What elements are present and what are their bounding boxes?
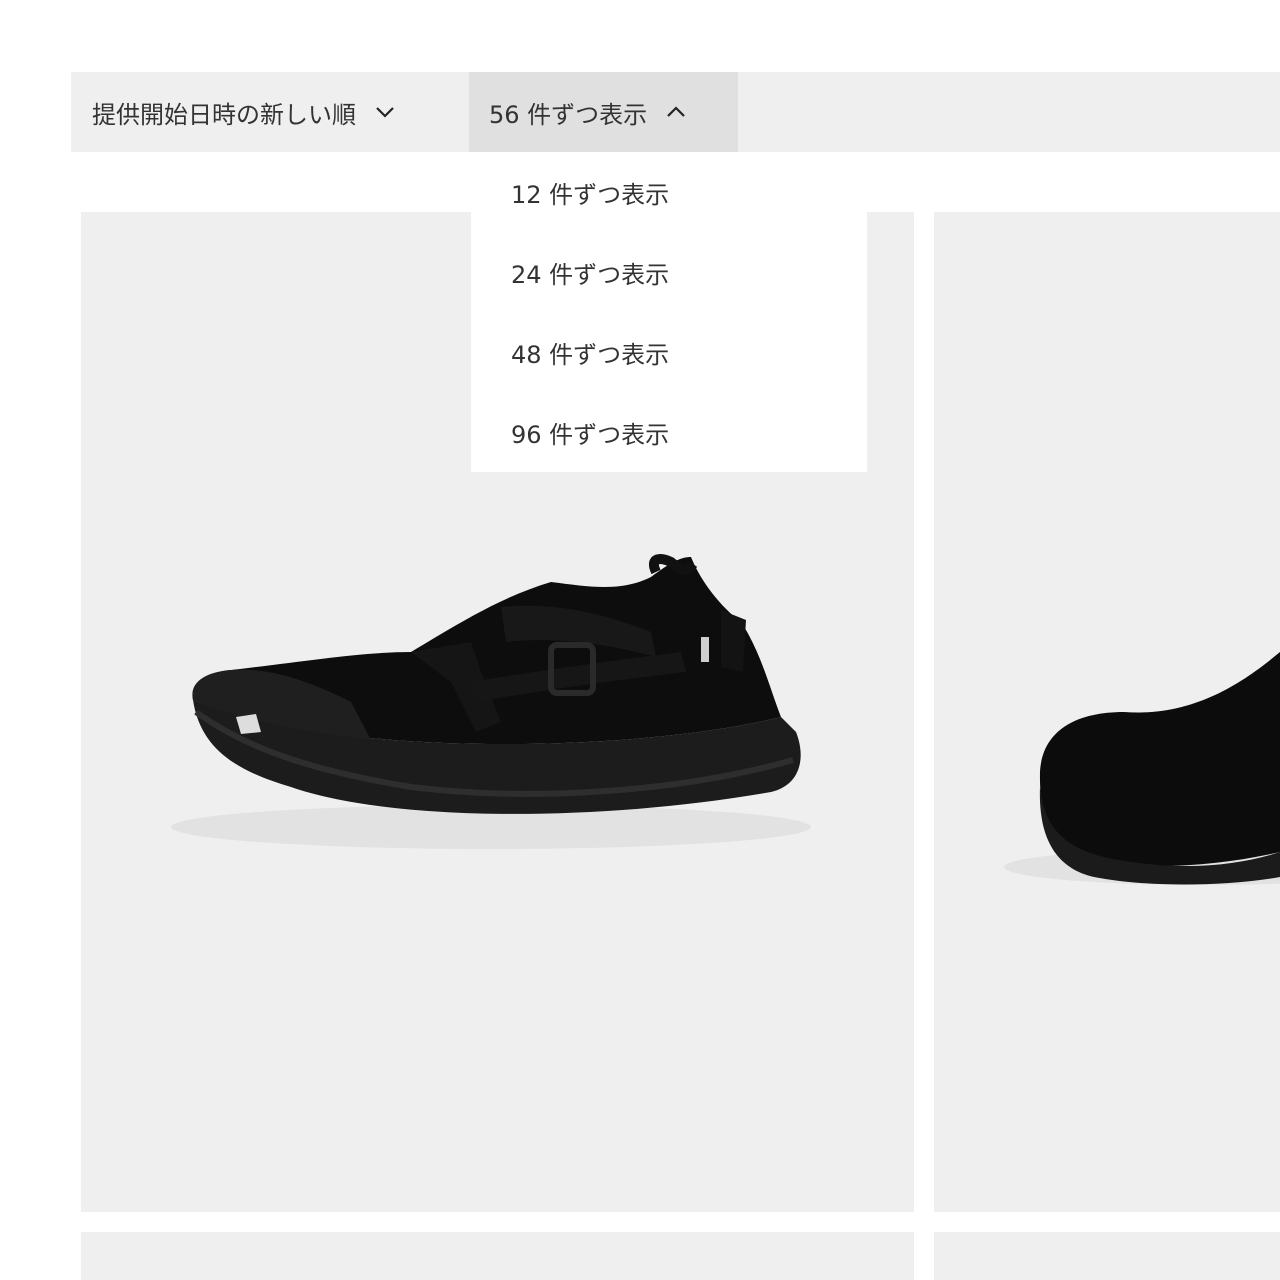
items-per-page-label: 56 件ずつ表示 bbox=[489, 100, 648, 129]
product-card[interactable] bbox=[934, 1232, 1280, 1280]
items-per-page-select[interactable]: 56 件ずつ表示 bbox=[469, 72, 738, 152]
menu-option-96[interactable]: 96 件ずつ表示 bbox=[471, 392, 867, 472]
items-per-page-menu: 12 件ずつ表示 24 件ずつ表示 48 件ずつ表示 96 件ずつ表示 bbox=[471, 152, 867, 472]
sort-order-label: 提供開始日時の新しい順 bbox=[92, 100, 356, 129]
chevron-down-icon bbox=[374, 101, 396, 123]
chevron-up-icon bbox=[665, 101, 687, 123]
product-image-shoe bbox=[1004, 652, 1280, 885]
menu-option-24[interactable]: 24 件ずつ表示 bbox=[471, 232, 867, 312]
menu-option-12[interactable]: 12 件ずつ表示 bbox=[471, 152, 867, 232]
menu-option-48[interactable]: 48 件ずつ表示 bbox=[471, 312, 867, 392]
product-card[interactable] bbox=[934, 212, 1280, 1212]
product-card[interactable] bbox=[81, 1232, 914, 1280]
listing-toolbar: 提供開始日時の新しい順 56 件ずつ表示 bbox=[71, 72, 1280, 152]
sort-order-select[interactable]: 提供開始日時の新しい順 bbox=[71, 72, 469, 152]
